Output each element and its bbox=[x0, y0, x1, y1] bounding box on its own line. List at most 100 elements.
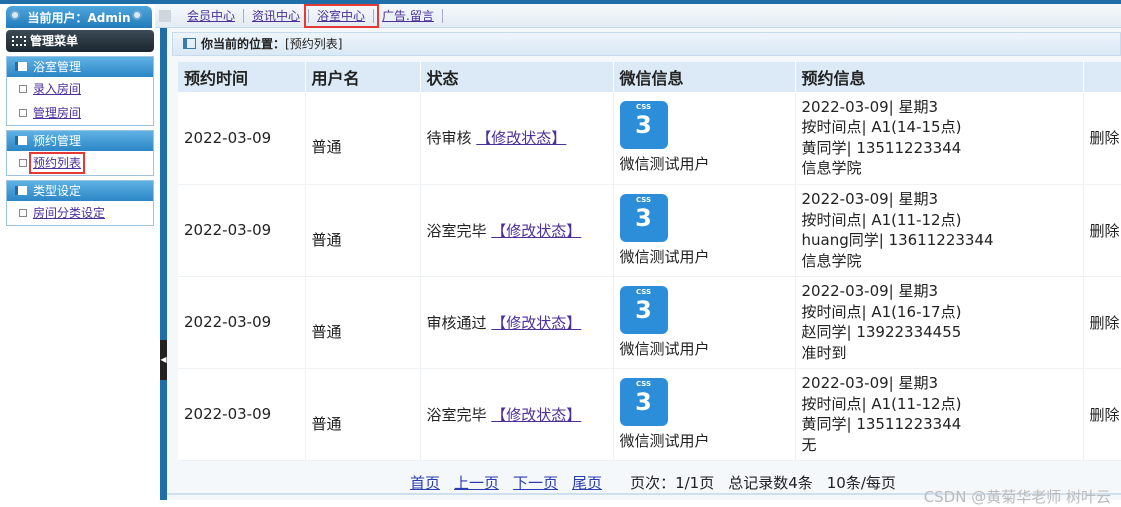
cell-status: 待审核 【修改状态】 bbox=[420, 92, 614, 185]
breadcrumb-page: [预约列表] bbox=[285, 37, 343, 51]
cell-info: 2022-03-09| 星期3 按时间点| A1(11-12点) 黄同学| 1351… bbox=[795, 368, 1084, 461]
cell-wechat: CSS 3 微信测试用户 bbox=[613, 92, 796, 185]
status-text: 待审核 bbox=[426, 129, 472, 148]
delete-link[interactable]: 删除 bbox=[1083, 368, 1121, 461]
current-user-label: 当前用户：Admin bbox=[27, 11, 131, 25]
table-row: 2022-03-09 普通 待审核 【修改状态】 CSS 3 微信测试用户 2022… bbox=[178, 92, 1121, 185]
delete-link[interactable]: 删除 bbox=[1083, 276, 1121, 369]
info-line: 信息学院 bbox=[801, 251, 862, 270]
sidebar-item-add-room[interactable]: 录入房间 bbox=[33, 82, 81, 96]
group-title: 类型设定 bbox=[33, 184, 82, 198]
group-types: 类型设定 房间分类设定 bbox=[6, 180, 154, 226]
edit-status-link[interactable]: 【修改状态】 bbox=[476, 129, 566, 147]
cell-user: 普通 bbox=[305, 92, 421, 185]
table-row: 2022-03-09 普通 浴室完毕 【修改状态】 CSS 3 微信测试用户 202… bbox=[178, 184, 1121, 277]
group-header[interactable]: 预约管理 bbox=[7, 131, 153, 151]
page-indicator: 页次：1/1页 bbox=[630, 474, 715, 492]
wechat-user: 微信测试用户 bbox=[619, 339, 710, 358]
status-text: 浴室完毕 bbox=[426, 221, 487, 240]
sidebar-item-booking-list[interactable]: 预约列表 bbox=[28, 152, 86, 174]
nav-bath-center[interactable]: 浴室中心 bbox=[304, 3, 380, 28]
total-records: 总记录数4条 bbox=[728, 474, 813, 492]
prev-page-link[interactable]: 上一页 bbox=[454, 472, 499, 493]
edit-status-link[interactable]: 【修改状态】 bbox=[491, 314, 581, 332]
doc-icon bbox=[19, 159, 27, 167]
wechat-user: 微信测试用户 bbox=[619, 247, 710, 266]
sidebar-item-manage-room[interactable]: 管理房间 bbox=[33, 106, 81, 120]
edit-status-link[interactable]: 【修改状态】 bbox=[491, 406, 581, 424]
col-user: 用户名 bbox=[305, 62, 421, 92]
icon-label: CSS bbox=[635, 195, 652, 204]
icon-label: CSS bbox=[635, 287, 652, 296]
col-actions bbox=[1083, 62, 1121, 92]
nav-ads-messages[interactable]: 广告.留言 bbox=[374, 8, 443, 23]
cell-info: 2022-03-09| 星期3 按时间点| A1(14-15点) 黄同学| 1351… bbox=[795, 92, 1084, 185]
splitter[interactable]: ◀ bbox=[160, 28, 167, 500]
doc-icon bbox=[19, 109, 27, 117]
icon-label: CSS bbox=[635, 103, 652, 112]
info-line: 按时间点| A1(11-12点) bbox=[801, 394, 962, 413]
doc-icon bbox=[19, 85, 27, 93]
nav-member-center[interactable]: 会员中心 bbox=[179, 8, 245, 23]
delete-link[interactable]: 删除 bbox=[1083, 92, 1121, 185]
sidebar: 管理菜单 浴室管理 录入房间 管理房间 预约管理 预约列表 类型设定 房间分类设… bbox=[0, 28, 160, 500]
css3-avatar-icon: CSS 3 bbox=[619, 101, 668, 150]
group-header[interactable]: 类型设定 bbox=[7, 181, 153, 201]
info-line: 2022-03-09| 星期3 bbox=[801, 282, 939, 300]
table-row: 2022-03-09 普通 审核通过 【修改状态】 CSS 3 微信测试用户 202… bbox=[178, 276, 1121, 369]
col-time: 预约时间 bbox=[178, 62, 306, 92]
col-info: 预约信息 bbox=[795, 62, 1084, 92]
info-line: 按时间点| A1(14-15点) bbox=[801, 118, 962, 137]
doc-icon bbox=[19, 209, 27, 217]
info-line: 信息学院 bbox=[801, 159, 862, 178]
cell-user: 普通 bbox=[305, 368, 421, 461]
breadcrumb: 你当前的位置：[预约列表] bbox=[172, 32, 1121, 56]
pager: 首页 上一页 下一页 尾页 页次：1/1页 总记录数4条 10条/每页 bbox=[410, 472, 896, 493]
panel-icon bbox=[15, 62, 27, 71]
info-line: 黄同学| 13511223344 bbox=[801, 415, 962, 433]
css3-avatar-icon: CSS 3 bbox=[619, 377, 668, 426]
pin-icon bbox=[10, 10, 20, 20]
wechat-user: 微信测试用户 bbox=[619, 155, 710, 174]
next-page-link[interactable]: 下一页 bbox=[513, 472, 558, 493]
last-page-link[interactable]: 尾页 bbox=[572, 472, 602, 493]
pin-icon bbox=[132, 10, 142, 20]
info-line: 2022-03-09| 星期3 bbox=[801, 190, 939, 208]
wechat-user: 微信测试用户 bbox=[619, 431, 710, 450]
cell-user: 普通 bbox=[305, 276, 421, 369]
info-line: 赵同学| 13922334455 bbox=[801, 323, 962, 341]
top-nav: 会员中心 资讯中心 浴室中心 广告.留言 bbox=[155, 3, 1121, 28]
info-line: 2022-03-09| 星期3 bbox=[801, 97, 939, 116]
current-user: 当前用户：Admin bbox=[6, 6, 152, 30]
info-line: 按时间点| A1(16-17点) bbox=[801, 302, 962, 321]
cell-wechat: CSS 3 微信测试用户 bbox=[613, 276, 796, 369]
collapse-arrow-icon[interactable]: ◀ bbox=[160, 340, 167, 380]
panel-icon bbox=[15, 136, 27, 145]
grid-icon bbox=[12, 36, 26, 46]
breadcrumb-label: 你当前的位置： bbox=[201, 37, 286, 51]
cell-time: 2022-03-09 bbox=[178, 92, 306, 185]
nav-square-icon bbox=[159, 9, 171, 22]
per-page: 10条/每页 bbox=[826, 474, 896, 492]
sidebar-item-room-category[interactable]: 房间分类设定 bbox=[33, 206, 105, 220]
first-page-link[interactable]: 首页 bbox=[410, 472, 440, 493]
nav-news-center[interactable]: 资讯中心 bbox=[244, 8, 310, 23]
group-header[interactable]: 浴室管理 bbox=[7, 57, 153, 77]
info-line: 按时间点| A1(11-12点) bbox=[801, 210, 962, 229]
edit-status-link[interactable]: 【修改状态】 bbox=[491, 222, 581, 240]
col-status: 状态 bbox=[420, 62, 614, 92]
menu-title: 管理菜单 bbox=[30, 34, 79, 48]
window-icon bbox=[183, 38, 196, 49]
delete-link[interactable]: 删除 bbox=[1083, 184, 1121, 277]
cell-time: 2022-03-09 bbox=[178, 368, 306, 461]
css3-avatar-icon: CSS 3 bbox=[619, 193, 668, 242]
group-bath: 浴室管理 录入房间 管理房间 bbox=[6, 56, 154, 126]
cell-info: 2022-03-09| 星期3 按时间点| A1(16-17点) 赵同学| 1392… bbox=[795, 276, 1084, 369]
cell-status: 浴室完毕 【修改状态】 bbox=[420, 184, 614, 277]
table-row: 2022-03-09 普通 浴室完毕 【修改状态】 CSS 3 微信测试用户 202… bbox=[178, 368, 1121, 461]
info-line: huang同学| 13611223344 bbox=[801, 231, 994, 249]
col-wechat: 微信信息 bbox=[613, 62, 796, 92]
cell-wechat: CSS 3 微信测试用户 bbox=[613, 184, 796, 277]
info-line: 准时到 bbox=[801, 343, 847, 362]
info-line: 黄同学| 13511223344 bbox=[801, 138, 962, 157]
